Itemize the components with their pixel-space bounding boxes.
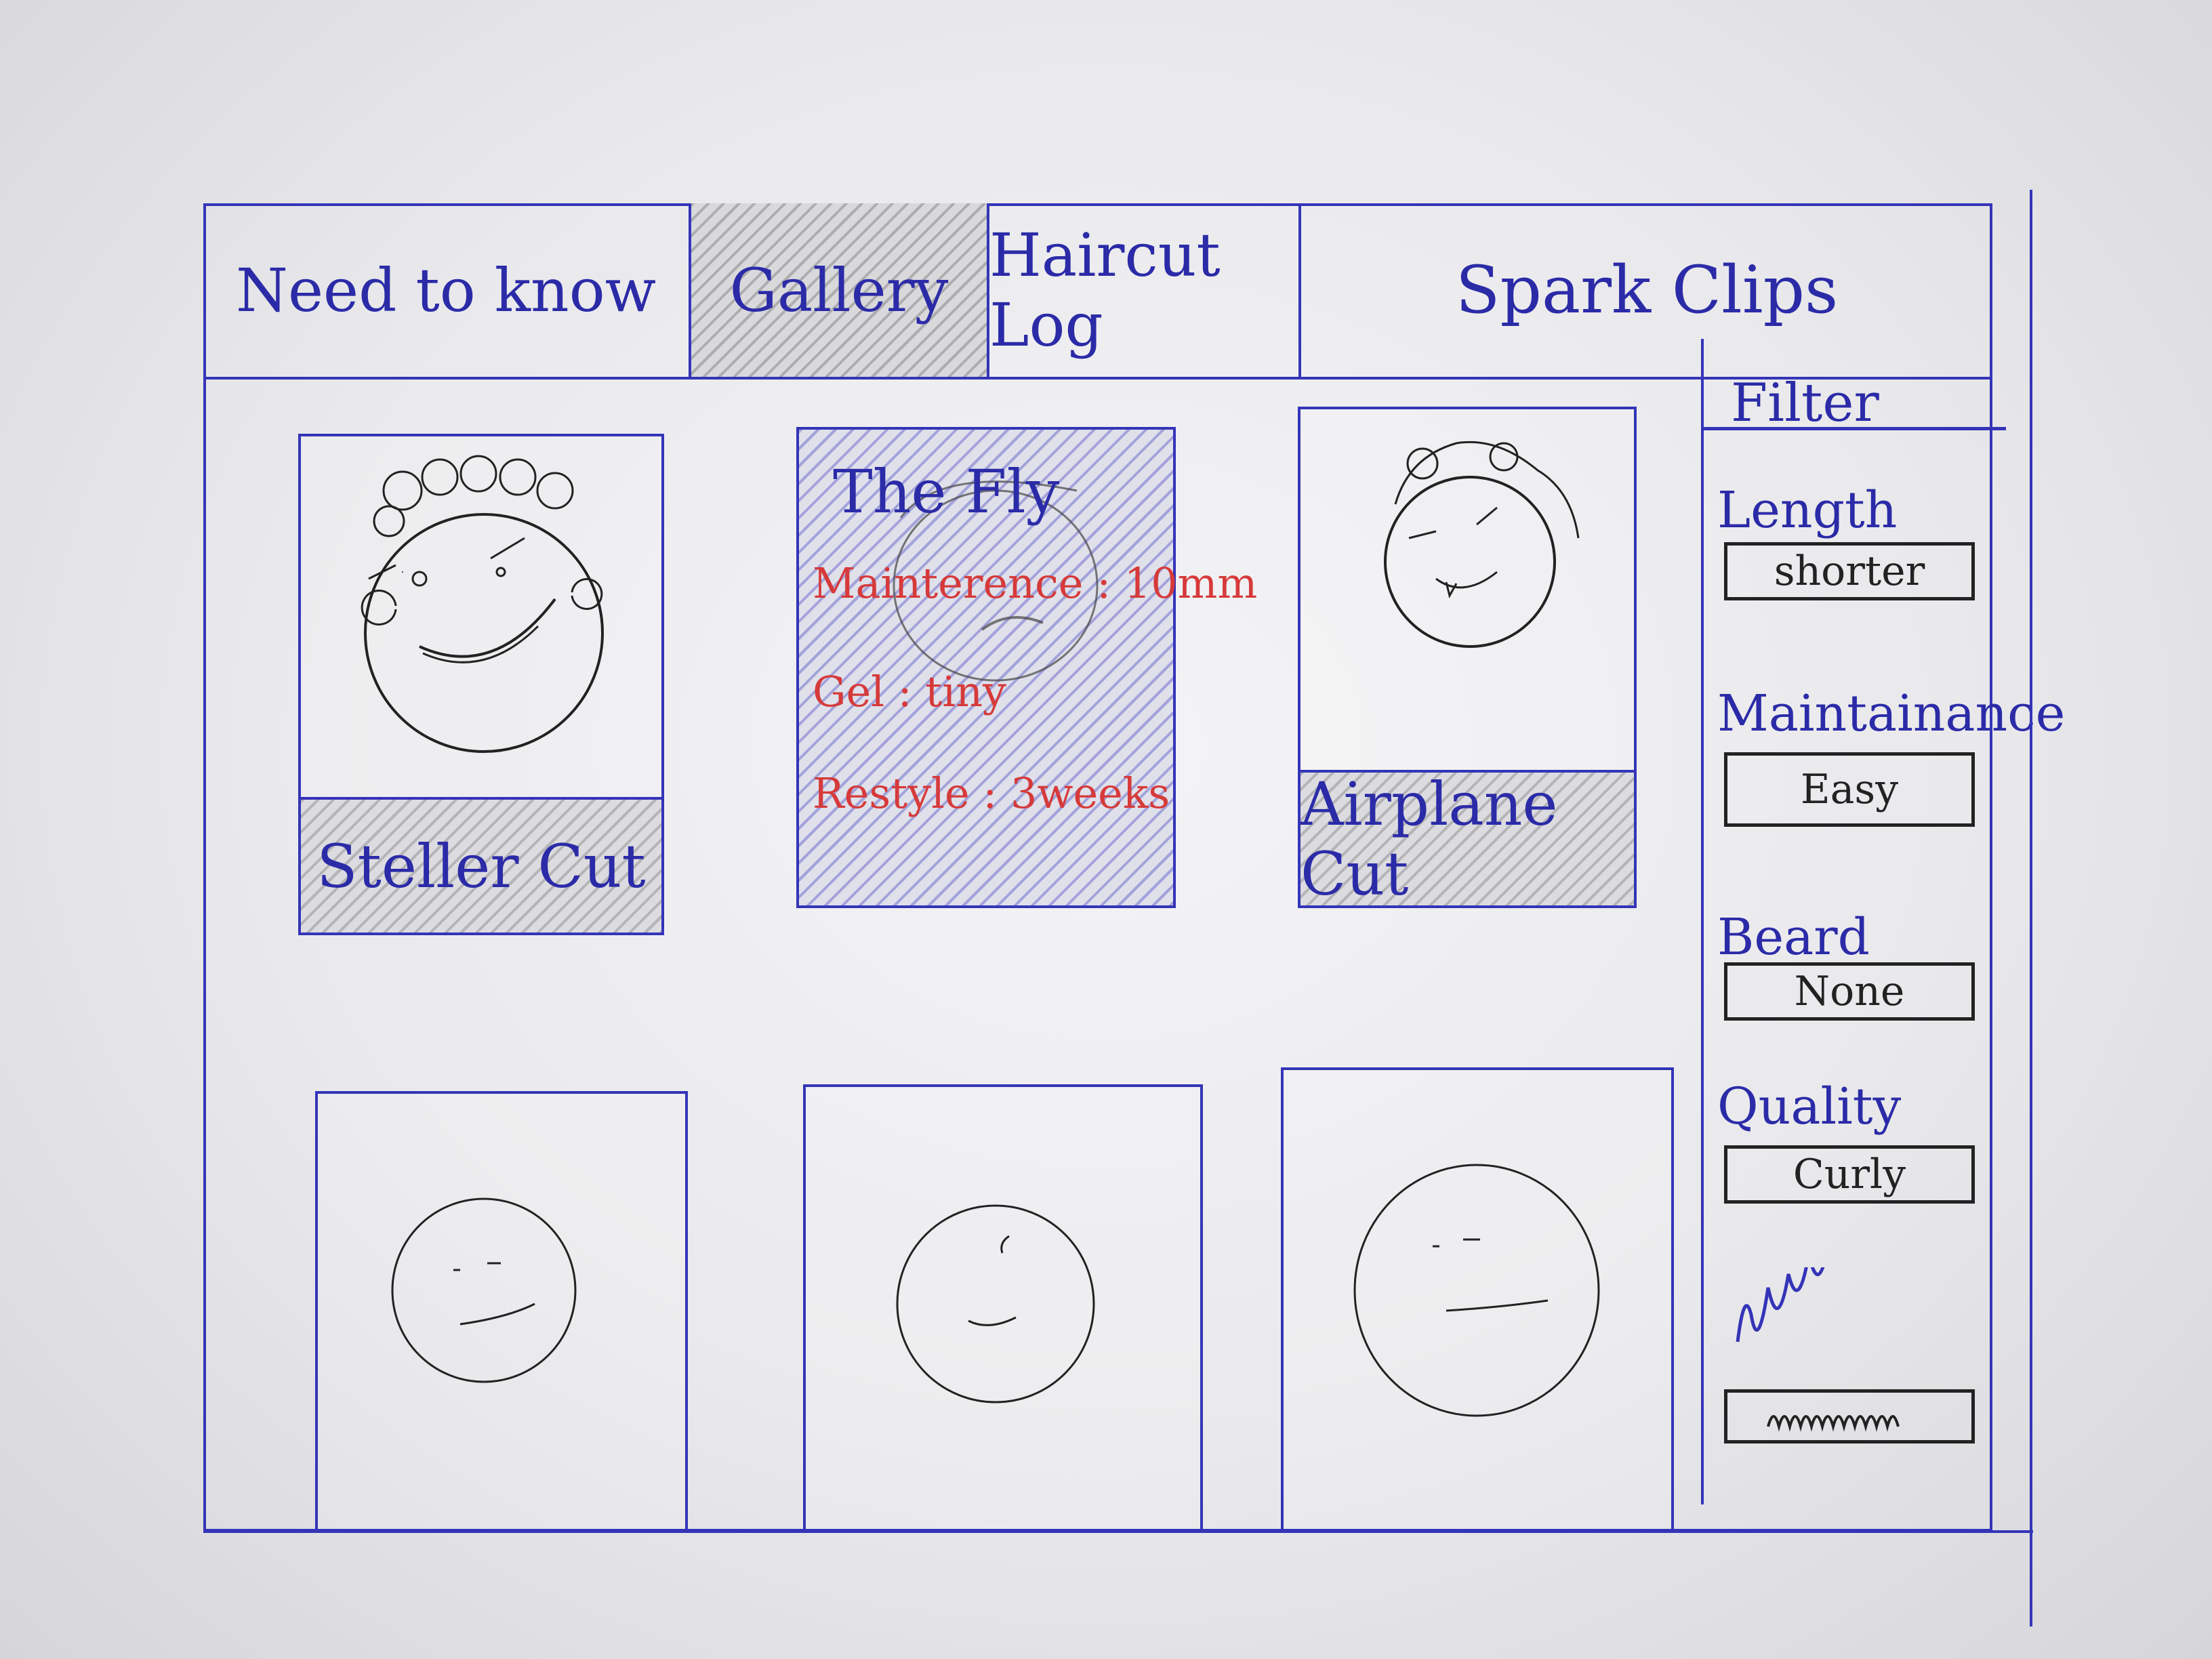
- card-caption: Steller Cut: [301, 797, 661, 933]
- frame-right-line: [2030, 190, 2032, 1626]
- face-sketch-icon: [1384, 441, 1580, 648]
- gallery-card-airplane-cut[interactable]: Airplane Cut: [1298, 407, 1637, 909]
- gallery-card-the-fly-hover[interactable]: The Fly Mainterence : 10mm Gel : tiny Re…: [796, 427, 1257, 908]
- hover-detail-maintenance: Mainterence : 10mm: [813, 558, 1258, 608]
- hover-detail-restyle: Restyle : 3weeks: [813, 769, 1170, 818]
- hover-title: The Fly: [833, 457, 1060, 527]
- hover-detail-gel: Gel : tiny: [813, 667, 1007, 716]
- gallery-card-5[interactable]: [803, 1084, 1203, 1532]
- gallery-card-4[interactable]: [315, 1091, 688, 1532]
- card-caption: Airplane Cut: [1300, 769, 1634, 909]
- gallery-card-steller-cut[interactable]: Steller Cut: [298, 434, 664, 935]
- face-sketch-icon: [896, 1204, 1095, 1404]
- filter-label-length: Length: [1717, 481, 1898, 539]
- gallery-card-6[interactable]: [1281, 1067, 1674, 1532]
- extra-filter-select[interactable]: [1724, 1389, 1975, 1443]
- scribble-value-icon: [1767, 1415, 1900, 1432]
- scribble-label-icon: [1736, 1267, 1825, 1343]
- filter-header: Filter: [1731, 373, 1879, 434]
- face-sketch-icon: [391, 1197, 577, 1383]
- filter-label-quality: Quality: [1717, 1078, 1902, 1136]
- filter-label-beard: Beard: [1717, 908, 1870, 966]
- face-sketch-icon: [361, 455, 604, 753]
- beard-select[interactable]: None: [1724, 962, 1975, 1021]
- tab-need-to-know[interactable]: Need to know: [203, 203, 691, 377]
- length-select[interactable]: shorter: [1724, 542, 1975, 600]
- quality-select[interactable]: Curly: [1724, 1145, 1975, 1204]
- filter-sidebar: Filter Length shorter Maintainance Easy …: [1701, 339, 2065, 1504]
- frame-bottom-line: [203, 1530, 2033, 1533]
- maintenance-select[interactable]: Easy: [1724, 752, 1975, 827]
- filter-divider: [1704, 427, 2006, 430]
- tab-gallery[interactable]: Gallery: [691, 203, 989, 377]
- filter-label-maintenance: Maintainance: [1717, 684, 2066, 743]
- tab-haircut-log[interactable]: Haircut Log: [989, 203, 1301, 377]
- face-sketch-icon: [1353, 1164, 1600, 1417]
